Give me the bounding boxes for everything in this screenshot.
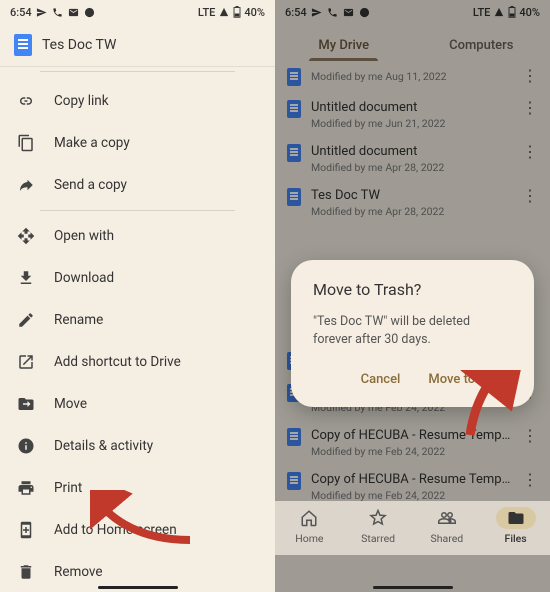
dialog-message: "Tes Doc TW" will be deleted forever aft… — [313, 313, 512, 348]
menu-add-shortcut[interactable]: Add shortcut to Drive — [0, 341, 275, 383]
home-icon — [289, 507, 329, 529]
mail-icon — [68, 6, 80, 18]
nav-label: Shared — [431, 532, 464, 545]
add-home-icon — [16, 520, 36, 540]
people-icon — [427, 507, 467, 529]
nav-home[interactable]: Home — [275, 507, 344, 545]
link-icon — [16, 91, 36, 111]
screen-left: 6:54 LTE 40% Tes Doc TW Copy link Make a… — [0, 0, 275, 592]
menu-label: Print — [54, 480, 82, 496]
menu-label: Add to Home screen — [54, 522, 177, 538]
screen-right: 6:54 LTE 40% My Drive Computers Modified… — [275, 0, 550, 592]
menu-label: Move — [54, 396, 87, 412]
menu-label: Send a copy — [54, 177, 127, 193]
spotify-icon — [84, 6, 96, 18]
nav-handle[interactable] — [373, 586, 453, 589]
divider — [40, 210, 235, 211]
bottom-nav: Home Starred Shared Files — [275, 501, 550, 555]
doc-icon — [14, 34, 32, 56]
pencil-icon — [16, 310, 36, 330]
dialog-title: Move to Trash? — [313, 280, 512, 299]
star-icon — [358, 507, 398, 529]
nav-label: Files — [505, 532, 527, 545]
info-icon — [16, 436, 36, 456]
nav-handle[interactable] — [98, 586, 178, 589]
shortcut-icon — [16, 352, 36, 372]
move-icon — [16, 394, 36, 414]
download-icon — [16, 268, 36, 288]
print-icon — [16, 478, 36, 498]
menu-details[interactable]: Details & activity — [0, 425, 275, 467]
nav-label: Home — [295, 532, 323, 545]
signal-icon — [218, 7, 230, 17]
send-icon — [36, 6, 48, 18]
cancel-button[interactable]: Cancel — [357, 366, 405, 393]
menu-copy-link[interactable]: Copy link — [0, 80, 275, 122]
status-time: 6:54 — [10, 6, 32, 19]
copy-icon — [16, 133, 36, 153]
battery-label: 40% — [244, 6, 265, 19]
menu-add-home[interactable]: Add to Home screen — [0, 509, 275, 551]
nav-starred[interactable]: Starred — [344, 507, 413, 545]
menu-download[interactable]: Download — [0, 257, 275, 299]
folder-icon — [496, 507, 536, 529]
phone-icon — [52, 6, 64, 18]
network-label: LTE — [198, 6, 216, 19]
nav-files[interactable]: Files — [481, 507, 550, 545]
menu-send-copy[interactable]: Send a copy — [0, 164, 275, 206]
menu-label: Rename — [54, 312, 103, 328]
menu-label: Make a copy — [54, 135, 130, 151]
nav-shared[interactable]: Shared — [413, 507, 482, 545]
sheet-header: Tes Doc TW — [0, 24, 275, 67]
menu-label: Details & activity — [54, 438, 153, 454]
confirm-button[interactable]: Move to trash — [424, 366, 512, 393]
divider — [40, 71, 235, 72]
menu-label: Remove — [54, 564, 103, 580]
open-with-icon — [16, 226, 36, 246]
menu-open-with[interactable]: Open with — [0, 215, 275, 257]
battery-icon — [233, 6, 241, 18]
share-arrow-icon — [16, 175, 36, 195]
menu-label: Download — [54, 270, 114, 286]
dialog-move-trash: Move to Trash? "Tes Doc TW" will be dele… — [291, 260, 534, 407]
menu-label: Copy link — [54, 93, 109, 109]
menu-list: Copy link Make a copy Send a copy Open w… — [0, 76, 275, 592]
nav-label: Starred — [361, 532, 395, 545]
menu-print[interactable]: Print — [0, 467, 275, 509]
menu-label: Open with — [54, 228, 114, 244]
menu-label: Add shortcut to Drive — [54, 354, 181, 370]
menu-make-copy[interactable]: Make a copy — [0, 122, 275, 164]
status-bar: 6:54 LTE 40% — [0, 0, 275, 24]
menu-move[interactable]: Move — [0, 383, 275, 425]
menu-rename[interactable]: Rename — [0, 299, 275, 341]
trash-icon — [16, 562, 36, 582]
sheet-title: Tes Doc TW — [42, 37, 116, 53]
